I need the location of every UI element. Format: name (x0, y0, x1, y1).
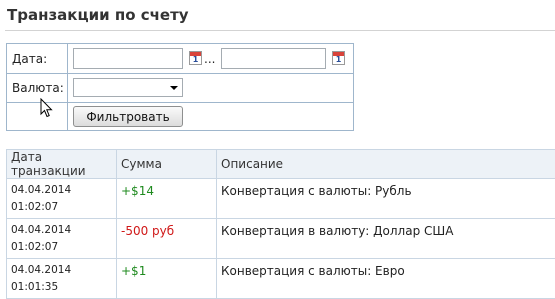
column-header-amount[interactable]: Сумма (117, 150, 217, 179)
transaction-time: 01:02:07 (11, 199, 112, 216)
filter-row-divider (7, 102, 353, 103)
transaction-amount: +$14 (117, 179, 217, 219)
transaction-description: Конвертация с валюты: Евро (217, 259, 555, 299)
title-divider (5, 30, 555, 31)
filter-panel: Дата: 1 ... 1 Валюта: Фильтровать (6, 43, 354, 131)
filter-button[interactable]: Фильтровать (73, 106, 183, 127)
filter-column-divider (67, 44, 68, 130)
date-from-input[interactable] (73, 48, 183, 69)
transaction-datetime: 04.04.2014 01:02:07 (7, 179, 117, 219)
currency-select[interactable] (73, 78, 183, 97)
date-to-input[interactable] (221, 48, 326, 69)
transactions-table: Дата транзакции Сумма Описание 04.04.201… (6, 149, 555, 299)
table-row: 04.04.2014 01:02:07 -500 руб Конвертация… (7, 219, 555, 259)
page-title: Транзакции по счету (7, 6, 189, 24)
transaction-datetime: 04.04.2014 01:01:35 (7, 259, 117, 299)
transaction-date: 04.04.2014 (11, 262, 112, 279)
column-header-description[interactable]: Описание (217, 150, 555, 179)
currency-label: Валюта: (12, 81, 64, 95)
date-range-separator: ... (204, 52, 215, 66)
filter-row-divider (7, 73, 353, 74)
table-row: 04.04.2014 01:01:35 +$1 Конвертация с ва… (7, 259, 555, 299)
transaction-amount: +$1 (117, 259, 217, 299)
transaction-description: Конвертация с валюты: Рубль (217, 179, 555, 219)
dropdown-arrow-icon (170, 86, 178, 90)
transaction-datetime: 04.04.2014 01:02:07 (7, 219, 117, 259)
mouse-cursor-icon (40, 98, 53, 118)
table-header-row: Дата транзакции Сумма Описание (7, 150, 555, 179)
date-label: Дата: (12, 52, 47, 66)
calendar-icon[interactable]: 1 (189, 51, 202, 65)
transaction-date: 04.04.2014 (11, 222, 112, 239)
transaction-time: 01:02:07 (11, 239, 112, 256)
table-row: 04.04.2014 01:02:07 +$14 Конвертация с в… (7, 179, 555, 219)
transaction-date: 04.04.2014 (11, 182, 112, 199)
transaction-amount: -500 руб (117, 219, 217, 259)
calendar-icon[interactable]: 1 (332, 51, 345, 65)
transaction-description: Конвертация в валюту: Доллар США (217, 219, 555, 259)
column-header-date[interactable]: Дата транзакции (7, 150, 117, 179)
